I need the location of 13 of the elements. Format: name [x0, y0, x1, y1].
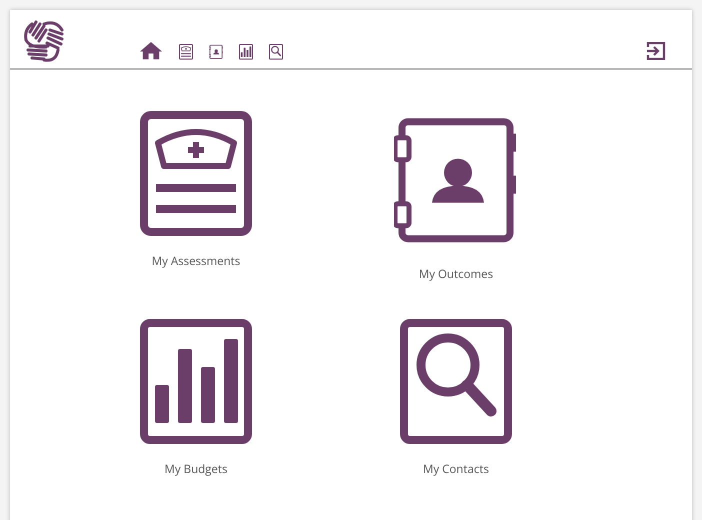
nav-nurse-cap-document-icon[interactable] — [179, 44, 193, 60]
nav-bar-chart-icon[interactable] — [239, 44, 253, 60]
tile-bar-chart-icon — [140, 319, 252, 444]
tile-magnifier-icon — [400, 319, 512, 444]
tile-nurse-cap-document-icon — [140, 111, 252, 236]
logout-icon[interactable] — [646, 42, 666, 60]
tile-label[interactable]: My Assessments — [152, 254, 240, 269]
nav-contact-book-icon[interactable] — [209, 44, 223, 60]
tile-label[interactable]: My Budgets — [164, 462, 228, 477]
tile-label[interactable]: My Contacts — [423, 462, 489, 477]
home-icon[interactable] — [139, 40, 163, 60]
tile-label[interactable]: My Outcomes — [418, 267, 494, 282]
nav-magnifier-icon[interactable] — [269, 44, 283, 60]
